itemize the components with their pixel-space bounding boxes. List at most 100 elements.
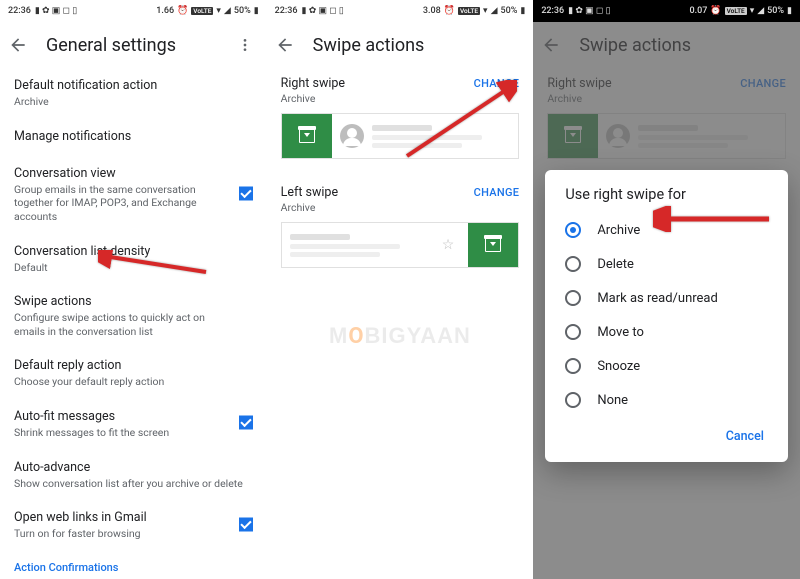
status-time: 22:36 [275, 6, 298, 16]
volte-badge: VoLTE [191, 7, 213, 15]
volte-badge: VoLTE [725, 7, 747, 15]
radio-icon [565, 290, 581, 306]
row-label: Conversation view [14, 166, 253, 181]
row-sub: Archive [14, 95, 253, 109]
row-sub: Configure swipe actions to quickly act o… [14, 311, 234, 338]
row-label: Default reply action [14, 358, 253, 373]
checkbox-open-web[interactable] [239, 516, 253, 535]
row-label: Open web links in Gmail [14, 510, 253, 525]
option-archive[interactable]: Archive [545, 213, 788, 247]
cancel-button[interactable]: Cancel [718, 423, 772, 450]
back-icon[interactable] [275, 35, 295, 55]
option-label: Mark as read/unread [597, 291, 718, 306]
signal-icon: ◢ [491, 6, 498, 16]
avatar-icon [340, 124, 364, 148]
status-time: 22:36 [541, 6, 564, 16]
row-sub: Default [14, 261, 253, 275]
row-label: Conversation list density [14, 244, 253, 259]
option-snooze[interactable]: Snooze [545, 349, 788, 383]
volte-badge: VoLTE [458, 7, 480, 15]
alarm-icon: ⏰ [710, 6, 721, 16]
battery-icon: ▮ [520, 6, 525, 16]
option-label: Snooze [597, 359, 640, 374]
radio-icon [565, 324, 581, 340]
option-none[interactable]: None [545, 383, 788, 417]
section-action-confirmations: Action Confirmations [0, 551, 267, 578]
option-move-to[interactable]: Move to [545, 315, 788, 349]
radio-icon [565, 358, 581, 374]
left-swipe-value: Archive [281, 201, 520, 214]
row-sub: Choose your default reply action [14, 375, 253, 389]
status-bar: 22:36 ▮ ✿ ▣ ◻ ▯ 0.07 ⏰ VoLTE ▾ ◢ 50% ▮ [533, 0, 800, 22]
change-right-swipe-button[interactable]: CHANGE [474, 77, 520, 90]
row-autofit[interactable]: Auto-fit messages Shrink messages to fit… [0, 399, 267, 450]
battery-icon: ▮ [787, 6, 792, 16]
archive-action-tile [468, 223, 518, 267]
status-icons-left: ▮ ✿ ▣ ◻ ▯ [35, 6, 77, 16]
status-bar: 22:36 ▮ ✿ ▣ ◻ ▯ 3.08 ⏰ VoLTE ▾ ◢ 50% ▮ [267, 0, 534, 22]
panel-swipe-dialog: 22:36 ▮ ✿ ▣ ◻ ▯ 0.07 ⏰ VoLTE ▾ ◢ 50% ▮ S… [533, 0, 800, 579]
section-left-swipe: Left swipe CHANGE Archive ☆ [267, 177, 534, 286]
row-manage-notifications[interactable]: Manage notifications [0, 119, 267, 156]
section-right-swipe: Right swipe CHANGE Archive [267, 68, 534, 177]
left-swipe-preview: ☆ [281, 222, 520, 268]
row-label: Swipe actions [14, 294, 253, 309]
watermark: MOBIGYAAN [329, 323, 471, 349]
status-battery: 50% [234, 6, 251, 16]
status-icons-left: ▮ ✿ ▣ ◻ ▯ [302, 6, 344, 16]
archive-action-tile [282, 114, 332, 158]
wifi-icon: ▾ [750, 6, 755, 16]
star-icon: ☆ [442, 237, 455, 253]
email-placeholder-lines [290, 234, 434, 257]
row-sub: Show conversation list after you archive… [14, 477, 253, 491]
wifi-icon: ▾ [216, 6, 221, 16]
row-label: Default notification action [14, 78, 253, 93]
option-mark-read-unread[interactable]: Mark as read/unread [545, 281, 788, 315]
archive-icon [485, 238, 501, 252]
row-label: Manage notifications [14, 129, 253, 144]
right-swipe-preview [281, 113, 520, 159]
signal-icon: ◢ [757, 6, 764, 16]
email-placeholder-lines [372, 125, 511, 148]
battery-icon: ▮ [254, 6, 259, 16]
left-swipe-label: Left swipe [281, 185, 338, 200]
row-list-density[interactable]: Conversation list density Default [0, 234, 267, 285]
option-label: Delete [597, 257, 634, 272]
row-sub: Turn on for faster browsing [14, 527, 253, 541]
checkbox-conversation-view[interactable] [239, 185, 253, 204]
option-label: None [597, 393, 628, 408]
back-icon[interactable] [8, 35, 28, 55]
right-swipe-label: Right swipe [281, 76, 345, 91]
right-swipe-dialog: Use right swipe for Archive Delete Mark … [545, 170, 788, 462]
overflow-menu-icon[interactable] [231, 31, 259, 59]
row-open-web-links[interactable]: Open web links in Gmail Turn on for fast… [0, 500, 267, 551]
status-icons-left: ▮ ✿ ▣ ◻ ▯ [568, 6, 610, 16]
radio-icon [565, 256, 581, 272]
status-data: 1.66 [156, 6, 174, 16]
row-sub: Group emails in the same conversation to… [14, 183, 214, 224]
app-bar: Swipe actions [267, 22, 534, 68]
dialog-title: Use right swipe for [545, 186, 788, 213]
page-title: Swipe actions [313, 35, 425, 56]
row-default-notification[interactable]: Default notification action Archive [0, 68, 267, 119]
status-battery: 50% [767, 6, 784, 16]
option-label: Move to [597, 325, 644, 340]
checkbox-autofit[interactable] [239, 415, 253, 434]
option-label: Archive [597, 223, 640, 238]
alarm-icon: ⏰ [444, 6, 455, 16]
status-bar: 22:36 ▮ ✿ ▣ ◻ ▯ 1.66 ⏰ VoLTE ▾ ◢ 50% ▮ [0, 0, 267, 22]
row-conversation-view[interactable]: Conversation view Group emails in the sa… [0, 156, 267, 234]
radio-icon [565, 222, 581, 238]
row-auto-advance[interactable]: Auto-advance Show conversation list afte… [0, 450, 267, 501]
page-title: General settings [46, 35, 176, 56]
row-sub: Shrink messages to fit the screen [14, 426, 253, 440]
row-swipe-actions[interactable]: Swipe actions Configure swipe actions to… [0, 284, 267, 348]
panel-swipe-actions: 22:36 ▮ ✿ ▣ ◻ ▯ 3.08 ⏰ VoLTE ▾ ◢ 50% ▮ S… [267, 0, 534, 579]
radio-icon [565, 392, 581, 408]
option-delete[interactable]: Delete [545, 247, 788, 281]
archive-icon [299, 129, 315, 143]
panel-general-settings: 22:36 ▮ ✿ ▣ ◻ ▯ 1.66 ⏰ VoLTE ▾ ◢ 50% ▮ G… [0, 0, 267, 579]
change-left-swipe-button[interactable]: CHANGE [474, 186, 520, 199]
status-battery: 50% [501, 6, 518, 16]
row-default-reply[interactable]: Default reply action Choose your default… [0, 348, 267, 399]
